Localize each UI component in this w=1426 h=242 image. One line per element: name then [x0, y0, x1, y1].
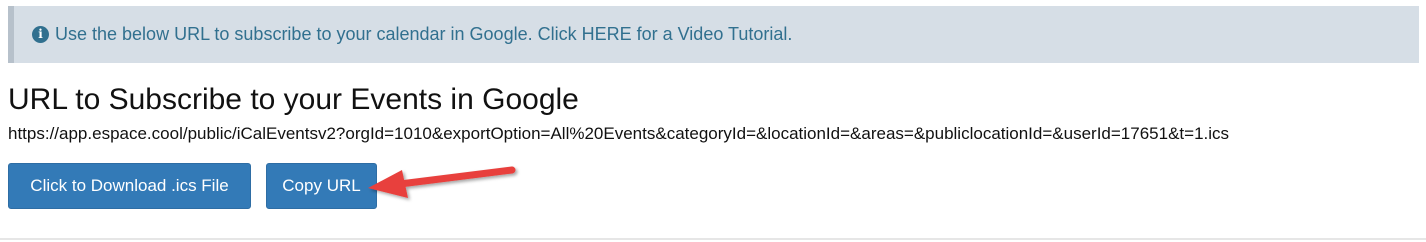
subscribe-url: https://app.espace.cool/public/iCalEvent… [8, 124, 1230, 143]
video-tutorial-link[interactable]: HERE [582, 24, 632, 44]
page: i Use the below URL to subscribe to your… [0, 0, 1426, 242]
page-title: URL to Subscribe to your Events in Googl… [8, 83, 579, 116]
divider [0, 238, 1426, 240]
download-ics-button[interactable]: Click to Download .ics File [8, 163, 251, 209]
banner-text: Use the below URL to subscribe to your c… [55, 24, 792, 45]
banner-text-after: for a Video Tutorial. [631, 24, 793, 44]
info-circle-icon: i [32, 26, 49, 43]
info-banner: i Use the below URL to subscribe to your… [8, 6, 1419, 63]
banner-text-before: Use the below URL to subscribe to your c… [55, 24, 582, 44]
red-arrow-icon [368, 166, 516, 198]
